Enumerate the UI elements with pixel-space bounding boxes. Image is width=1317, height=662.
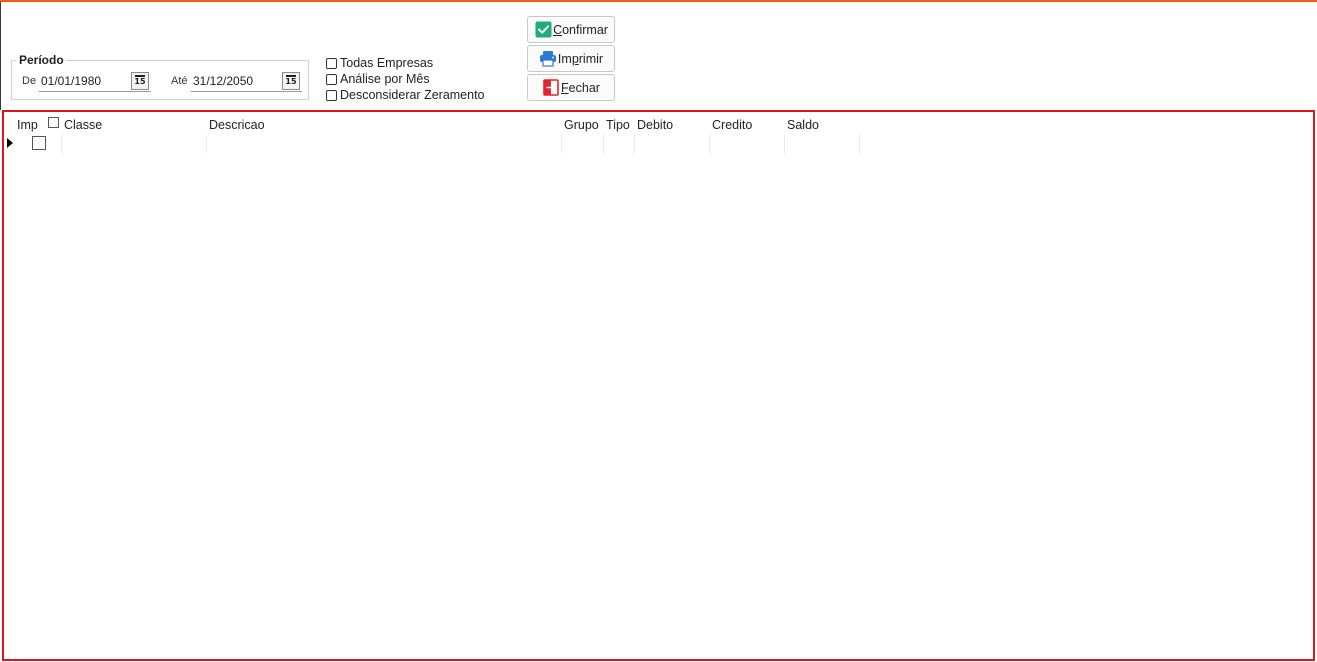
calendar-from-icon[interactable]: 15 xyxy=(131,71,149,90)
analise-por-mes-label: Análise por Mês xyxy=(340,72,430,86)
todas-empresas-label: Todas Empresas xyxy=(340,56,434,70)
column-header-grupo[interactable]: Grupo xyxy=(564,118,599,132)
desconsiderar-zeramento-checkbox[interactable] xyxy=(326,89,337,101)
imprimir-button[interactable]: Imprimir xyxy=(527,45,615,72)
cell-divider xyxy=(784,134,785,154)
cell-divider xyxy=(859,134,860,154)
column-header-classe[interactable]: Classe xyxy=(64,118,102,132)
cell-divider xyxy=(206,134,207,154)
date-from-input[interactable]: 01/01/1980 15 xyxy=(39,70,151,92)
option-analise-por-mes[interactable]: Análise por Mês xyxy=(326,72,430,86)
column-header-credito[interactable]: Credito xyxy=(712,118,752,132)
check-icon xyxy=(534,21,552,39)
option-desconsiderar-zeramento[interactable]: Desconsiderar Zeramento xyxy=(326,88,485,102)
periodo-legend: Período xyxy=(17,53,66,67)
ate-label: Até xyxy=(171,75,188,87)
cell-divider xyxy=(61,134,62,154)
option-todas-empresas[interactable]: Todas Empresas xyxy=(326,56,433,70)
top-accent-bar xyxy=(0,0,1317,2)
cell-divider xyxy=(561,134,562,154)
calendar-to-icon[interactable]: 15 xyxy=(282,71,300,90)
column-header-debito[interactable]: Debito xyxy=(637,118,673,132)
column-header-imp[interactable]: Imp xyxy=(17,118,38,132)
printer-icon xyxy=(539,50,557,68)
analise-por-mes-checkbox[interactable] xyxy=(326,73,337,85)
confirmar-button[interactable]: Confirmar xyxy=(527,16,615,43)
column-header-saldo[interactable]: Saldo xyxy=(787,118,819,132)
cell-divider xyxy=(603,134,604,154)
column-header-descricao[interactable]: Descricao xyxy=(209,118,265,132)
cell-divider xyxy=(634,134,635,154)
select-all-checkbox[interactable] xyxy=(48,117,59,128)
desconsiderar-zeramento-label: Desconsiderar Zeramento xyxy=(340,88,485,102)
window-left-edge xyxy=(0,2,1,110)
date-to-input[interactable]: 31/12/2050 15 xyxy=(191,70,302,92)
fechar-button[interactable]: Fechar xyxy=(527,74,615,101)
column-header-tipo[interactable]: Tipo xyxy=(606,118,630,132)
row-imp-checkbox[interactable] xyxy=(32,136,46,150)
todas-empresas-checkbox[interactable] xyxy=(326,57,337,69)
current-row-indicator-icon xyxy=(7,138,13,148)
exit-icon xyxy=(542,79,560,97)
data-grid[interactable]: Imp Classe Descricao Grupo Tipo Debito C… xyxy=(2,110,1315,661)
cell-divider xyxy=(709,134,710,154)
de-label: De xyxy=(22,75,37,87)
date-to-value: 31/12/2050 xyxy=(193,73,254,88)
date-from-value: 01/01/1980 xyxy=(41,73,102,88)
